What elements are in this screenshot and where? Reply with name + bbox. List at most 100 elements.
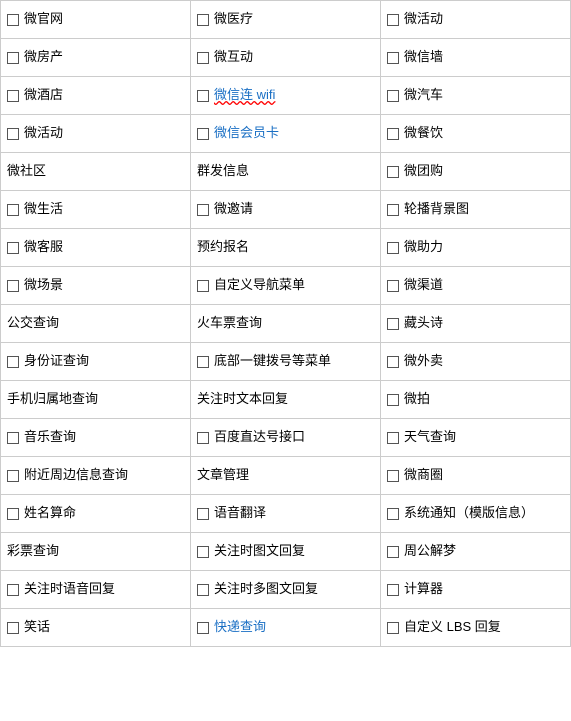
checkbox-icon[interactable] xyxy=(197,356,209,368)
checkbox-icon[interactable] xyxy=(7,14,19,26)
list-item[interactable]: 微房产 xyxy=(1,39,191,77)
list-item[interactable]: 微外卖 xyxy=(381,343,571,381)
list-item[interactable]: 系统通知（模版信息） xyxy=(381,495,571,533)
list-item[interactable]: 微渠道 xyxy=(381,267,571,305)
cell-label: 微互动 xyxy=(214,48,253,66)
list-item[interactable]: 微助力 xyxy=(381,229,571,267)
list-item[interactable]: 微信会员卡 xyxy=(191,115,381,153)
list-item[interactable]: 音乐查询 xyxy=(1,419,191,457)
checkbox-icon[interactable] xyxy=(7,622,19,634)
checkbox-icon[interactable] xyxy=(387,166,399,178)
list-item[interactable]: 底部一键拨号等菜单 xyxy=(191,343,381,381)
checkbox-icon[interactable] xyxy=(387,546,399,558)
list-item[interactable]: 微社区 xyxy=(1,153,191,191)
list-item[interactable]: 微客服 xyxy=(1,229,191,267)
list-item[interactable]: 身份证查询 xyxy=(1,343,191,381)
list-item[interactable]: 天气查询 xyxy=(381,419,571,457)
list-item[interactable]: 语音翻译 xyxy=(191,495,381,533)
cell-label: 微餐饮 xyxy=(404,124,443,142)
checkbox-icon[interactable] xyxy=(7,356,19,368)
list-item[interactable]: 手机归属地查询 xyxy=(1,381,191,419)
checkbox-icon[interactable] xyxy=(7,584,19,596)
list-item[interactable]: 计算器 xyxy=(381,571,571,609)
list-item[interactable]: 关注时多图文回复 xyxy=(191,571,381,609)
list-item[interactable]: 微场景 xyxy=(1,267,191,305)
checkbox-icon[interactable] xyxy=(387,356,399,368)
list-item[interactable]: 群发信息 xyxy=(191,153,381,191)
list-item[interactable]: 微餐饮 xyxy=(381,115,571,153)
checkbox-icon[interactable] xyxy=(387,508,399,520)
list-item[interactable]: 关注时文本回复 xyxy=(191,381,381,419)
checkbox-icon[interactable] xyxy=(387,584,399,596)
checkbox-icon[interactable] xyxy=(197,52,209,64)
checkbox-icon[interactable] xyxy=(7,432,19,444)
checkbox-icon[interactable] xyxy=(387,394,399,406)
list-item[interactable]: 微拍 xyxy=(381,381,571,419)
list-item[interactable]: 彩票查询 xyxy=(1,533,191,571)
checkbox-icon[interactable] xyxy=(197,14,209,26)
checkbox-icon[interactable] xyxy=(387,470,399,482)
checkbox-icon[interactable] xyxy=(7,280,19,292)
list-item[interactable]: 微团购 xyxy=(381,153,571,191)
checkbox-icon[interactable] xyxy=(387,318,399,330)
checkbox-icon[interactable] xyxy=(197,280,209,292)
list-item[interactable]: 预约报名 xyxy=(191,229,381,267)
list-item[interactable]: 微商圈 xyxy=(381,457,571,495)
list-item[interactable]: 微邀请 xyxy=(191,191,381,229)
list-item[interactable]: 火车票查询 xyxy=(191,305,381,343)
list-item[interactable]: 微信墙 xyxy=(381,39,571,77)
list-item[interactable]: 关注时语音回复 xyxy=(1,571,191,609)
checkbox-icon[interactable] xyxy=(387,128,399,140)
cell-label: 计算器 xyxy=(404,580,443,598)
list-item[interactable]: 百度直达号接口 xyxy=(191,419,381,457)
checkbox-icon[interactable] xyxy=(197,432,209,444)
checkbox-icon[interactable] xyxy=(387,52,399,64)
list-item[interactable]: 自定义 LBS 回复 xyxy=(381,609,571,647)
checkbox-icon[interactable] xyxy=(197,128,209,140)
list-item[interactable]: 周公解梦 xyxy=(381,533,571,571)
checkbox-icon[interactable] xyxy=(197,546,209,558)
cell-label: 微生活 xyxy=(24,200,63,218)
checkbox-icon[interactable] xyxy=(7,90,19,102)
list-item[interactable]: 微生活 xyxy=(1,191,191,229)
checkbox-icon[interactable] xyxy=(197,584,209,596)
cell-label: 自定义 LBS 回复 xyxy=(404,618,501,636)
checkbox-icon[interactable] xyxy=(7,204,19,216)
list-item[interactable]: 关注时图文回复 xyxy=(191,533,381,571)
list-item[interactable]: 微活动 xyxy=(1,115,191,153)
list-item[interactable]: 文章管理 xyxy=(191,457,381,495)
checkbox-icon[interactable] xyxy=(387,622,399,634)
checkbox-icon[interactable] xyxy=(7,242,19,254)
list-item[interactable]: 笑话 xyxy=(1,609,191,647)
checkbox-icon[interactable] xyxy=(7,470,19,482)
checkbox-icon[interactable] xyxy=(387,280,399,292)
cell-label: 公交查询 xyxy=(7,314,59,332)
list-item[interactable]: 微互动 xyxy=(191,39,381,77)
list-item[interactable]: 微信连 wifi xyxy=(191,77,381,115)
list-item[interactable]: 微活动 xyxy=(381,1,571,39)
checkbox-icon[interactable] xyxy=(7,508,19,520)
checkbox-icon[interactable] xyxy=(197,622,209,634)
list-item[interactable]: 微医疗 xyxy=(191,1,381,39)
checkbox-icon[interactable] xyxy=(197,204,209,216)
cell-label: 微医疗 xyxy=(214,10,253,28)
list-item[interactable]: 轮播背景图 xyxy=(381,191,571,229)
checkbox-icon[interactable] xyxy=(7,128,19,140)
list-item[interactable]: 微官网 xyxy=(1,1,191,39)
list-item[interactable]: 微汽车 xyxy=(381,77,571,115)
list-item[interactable]: 姓名算命 xyxy=(1,495,191,533)
list-item[interactable]: 附近周边信息查询 xyxy=(1,457,191,495)
checkbox-icon[interactable] xyxy=(7,52,19,64)
checkbox-icon[interactable] xyxy=(387,90,399,102)
checkbox-icon[interactable] xyxy=(197,90,209,102)
checkbox-icon[interactable] xyxy=(387,242,399,254)
list-item[interactable]: 微酒店 xyxy=(1,77,191,115)
checkbox-icon[interactable] xyxy=(387,204,399,216)
list-item[interactable]: 藏头诗 xyxy=(381,305,571,343)
checkbox-icon[interactable] xyxy=(197,508,209,520)
list-item[interactable]: 自定义导航菜单 xyxy=(191,267,381,305)
list-item[interactable]: 快递查询 xyxy=(191,609,381,647)
checkbox-icon[interactable] xyxy=(387,432,399,444)
checkbox-icon[interactable] xyxy=(387,14,399,26)
list-item[interactable]: 公交查询 xyxy=(1,305,191,343)
